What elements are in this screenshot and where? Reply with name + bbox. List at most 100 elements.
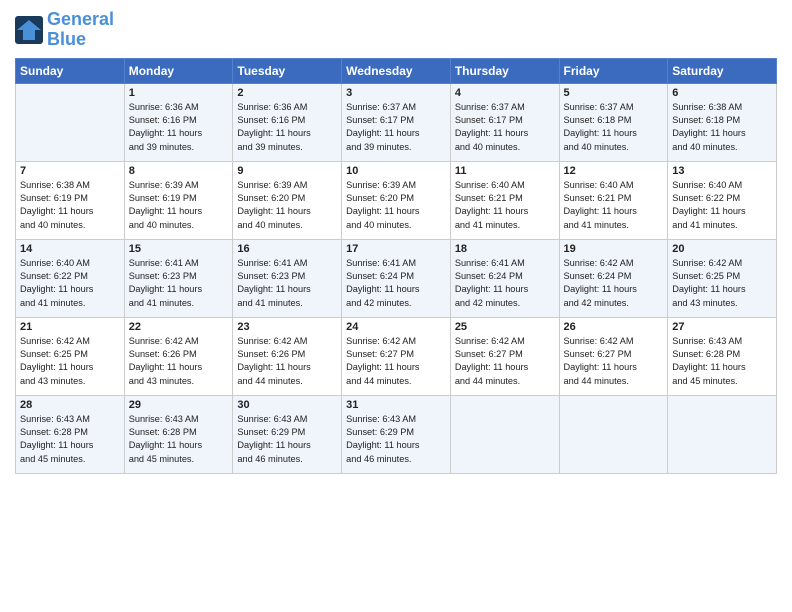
day-number: 27	[672, 321, 772, 333]
calendar-cell: 22 Sunrise: 6:42 AMSunset: 6:26 PMDayligh…	[124, 317, 233, 395]
calendar-cell: 24 Sunrise: 6:42 AMSunset: 6:27 PMDayligh…	[342, 317, 451, 395]
day-info: Sunrise: 6:39 AMSunset: 6:20 PMDaylight:…	[237, 179, 337, 232]
day-info: Sunrise: 6:37 AMSunset: 6:18 PMDaylight:…	[564, 101, 664, 154]
day-number: 18	[455, 243, 555, 255]
calendar-cell: 14 Sunrise: 6:40 AMSunset: 6:22 PMDayligh…	[16, 239, 125, 317]
day-number: 8	[129, 165, 229, 177]
weekday-header: Tuesday	[233, 58, 342, 83]
day-number: 4	[455, 87, 555, 99]
day-number: 6	[672, 87, 772, 99]
calendar-cell: 4 Sunrise: 6:37 AMSunset: 6:17 PMDaylight…	[450, 83, 559, 161]
day-info: Sunrise: 6:41 AMSunset: 6:24 PMDaylight:…	[346, 257, 446, 310]
calendar-cell: 6Sunrise: 6:38 AMSunset: 6:18 PMDaylight…	[668, 83, 777, 161]
day-info: Sunrise: 6:42 AMSunset: 6:27 PMDaylight:…	[564, 335, 664, 388]
calendar-header-row: SundayMondayTuesdayWednesdayThursdayFrid…	[16, 58, 777, 83]
day-number: 17	[346, 243, 446, 255]
calendar-cell: 16Sunrise: 6:41 AMSunset: 6:23 PMDayligh…	[233, 239, 342, 317]
calendar-cell	[450, 395, 559, 473]
day-info: Sunrise: 6:40 AMSunset: 6:21 PMDaylight:…	[564, 179, 664, 232]
day-number: 28	[20, 399, 120, 411]
day-number: 21	[20, 321, 120, 333]
day-info: Sunrise: 6:43 AMSunset: 6:28 PMDaylight:…	[129, 413, 229, 466]
day-number: 13	[672, 165, 772, 177]
day-number: 24	[346, 321, 446, 333]
day-info: Sunrise: 6:43 AMSunset: 6:29 PMDaylight:…	[237, 413, 337, 466]
calendar-cell: 5 Sunrise: 6:37 AMSunset: 6:18 PMDaylight…	[559, 83, 668, 161]
day-number: 5	[564, 87, 664, 99]
calendar-week-row: 1 Sunrise: 6:36 AMSunset: 6:16 PMDaylight…	[16, 83, 777, 161]
day-number: 26	[564, 321, 664, 333]
day-info: Sunrise: 6:37 AMSunset: 6:17 PMDaylight:…	[455, 101, 555, 154]
day-info: Sunrise: 6:42 AMSunset: 6:25 PMDaylight:…	[20, 335, 120, 388]
day-info: Sunrise: 6:42 AMSunset: 6:27 PMDaylight:…	[346, 335, 446, 388]
calendar-cell: 27 Sunrise: 6:43 AMSunset: 6:28 PMDayligh…	[668, 317, 777, 395]
weekday-header: Saturday	[668, 58, 777, 83]
day-number: 20	[672, 243, 772, 255]
day-number: 22	[129, 321, 229, 333]
day-info: Sunrise: 6:36 AMSunset: 6:16 PMDaylight:…	[237, 101, 337, 154]
day-info: Sunrise: 6:43 AMSunset: 6:28 PMDaylight:…	[672, 335, 772, 388]
logo: General Blue	[15, 10, 114, 50]
day-info: Sunrise: 6:43 AMSunset: 6:28 PMDaylight:…	[20, 413, 120, 466]
calendar-week-row: 14 Sunrise: 6:40 AMSunset: 6:22 PMDayligh…	[16, 239, 777, 317]
calendar-cell: 21 Sunrise: 6:42 AMSunset: 6:25 PMDayligh…	[16, 317, 125, 395]
calendar-cell: 26 Sunrise: 6:42 AMSunset: 6:27 PMDayligh…	[559, 317, 668, 395]
day-number: 30	[237, 399, 337, 411]
calendar-cell: 18 Sunrise: 6:41 AMSunset: 6:24 PMDayligh…	[450, 239, 559, 317]
day-number: 29	[129, 399, 229, 411]
calendar-week-row: 7Sunrise: 6:38 AMSunset: 6:19 PMDaylight…	[16, 161, 777, 239]
logo-icon	[15, 16, 43, 44]
calendar-cell: 15Sunrise: 6:41 AMSunset: 6:23 PMDayligh…	[124, 239, 233, 317]
calendar-cell	[668, 395, 777, 473]
day-info: Sunrise: 6:42 AMSunset: 6:26 PMDaylight:…	[129, 335, 229, 388]
calendar-week-row: 28 Sunrise: 6:43 AMSunset: 6:28 PMDayligh…	[16, 395, 777, 473]
day-number: 1	[129, 87, 229, 99]
calendar-cell: 3 Sunrise: 6:37 AMSunset: 6:17 PMDaylight…	[342, 83, 451, 161]
calendar-cell: 10 Sunrise: 6:39 AMSunset: 6:20 PMDayligh…	[342, 161, 451, 239]
day-info: Sunrise: 6:40 AMSunset: 6:22 PMDaylight:…	[672, 179, 772, 232]
day-info: Sunrise: 6:37 AMSunset: 6:17 PMDaylight:…	[346, 101, 446, 154]
day-info: Sunrise: 6:39 AMSunset: 6:19 PMDaylight:…	[129, 179, 229, 232]
day-number: 10	[346, 165, 446, 177]
calendar-cell: 20 Sunrise: 6:42 AMSunset: 6:25 PMDayligh…	[668, 239, 777, 317]
calendar-cell: 17 Sunrise: 6:41 AMSunset: 6:24 PMDayligh…	[342, 239, 451, 317]
calendar-cell: 23 Sunrise: 6:42 AMSunset: 6:26 PMDayligh…	[233, 317, 342, 395]
day-number: 23	[237, 321, 337, 333]
day-info: Sunrise: 6:39 AMSunset: 6:20 PMDaylight:…	[346, 179, 446, 232]
day-info: Sunrise: 6:43 AMSunset: 6:29 PMDaylight:…	[346, 413, 446, 466]
weekday-header: Sunday	[16, 58, 125, 83]
day-number: 2	[237, 87, 337, 99]
day-number: 7	[20, 165, 120, 177]
page-header: General Blue	[15, 10, 777, 50]
weekday-header: Wednesday	[342, 58, 451, 83]
day-info: Sunrise: 6:40 AMSunset: 6:22 PMDaylight:…	[20, 257, 120, 310]
day-number: 12	[564, 165, 664, 177]
day-number: 19	[564, 243, 664, 255]
day-number: 11	[455, 165, 555, 177]
day-number: 31	[346, 399, 446, 411]
weekday-header: Monday	[124, 58, 233, 83]
logo-text: General Blue	[47, 10, 114, 50]
calendar-cell: 28 Sunrise: 6:43 AMSunset: 6:28 PMDayligh…	[16, 395, 125, 473]
calendar-cell	[559, 395, 668, 473]
day-number: 14	[20, 243, 120, 255]
day-number: 3	[346, 87, 446, 99]
calendar-week-row: 21 Sunrise: 6:42 AMSunset: 6:25 PMDayligh…	[16, 317, 777, 395]
day-info: Sunrise: 6:42 AMSunset: 6:25 PMDaylight:…	[672, 257, 772, 310]
calendar-cell: 11 Sunrise: 6:40 AMSunset: 6:21 PMDayligh…	[450, 161, 559, 239]
day-info: Sunrise: 6:41 AMSunset: 6:24 PMDaylight:…	[455, 257, 555, 310]
day-number: 9	[237, 165, 337, 177]
weekday-header: Thursday	[450, 58, 559, 83]
calendar-cell: 9 Sunrise: 6:39 AMSunset: 6:20 PMDaylight…	[233, 161, 342, 239]
day-info: Sunrise: 6:42 AMSunset: 6:24 PMDaylight:…	[564, 257, 664, 310]
calendar-cell: 2 Sunrise: 6:36 AMSunset: 6:16 PMDaylight…	[233, 83, 342, 161]
calendar-cell: 12 Sunrise: 6:40 AMSunset: 6:21 PMDayligh…	[559, 161, 668, 239]
calendar-cell: 13 Sunrise: 6:40 AMSunset: 6:22 PMDayligh…	[668, 161, 777, 239]
calendar-cell: 8 Sunrise: 6:39 AMSunset: 6:19 PMDaylight…	[124, 161, 233, 239]
day-info: Sunrise: 6:36 AMSunset: 6:16 PMDaylight:…	[129, 101, 229, 154]
calendar-cell: 25Sunrise: 6:42 AMSunset: 6:27 PMDayligh…	[450, 317, 559, 395]
calendar-cell: 30 Sunrise: 6:43 AMSunset: 6:29 PMDayligh…	[233, 395, 342, 473]
day-info: Sunrise: 6:40 AMSunset: 6:21 PMDaylight:…	[455, 179, 555, 232]
weekday-header: Friday	[559, 58, 668, 83]
day-info: Sunrise: 6:42 AMSunset: 6:26 PMDaylight:…	[237, 335, 337, 388]
